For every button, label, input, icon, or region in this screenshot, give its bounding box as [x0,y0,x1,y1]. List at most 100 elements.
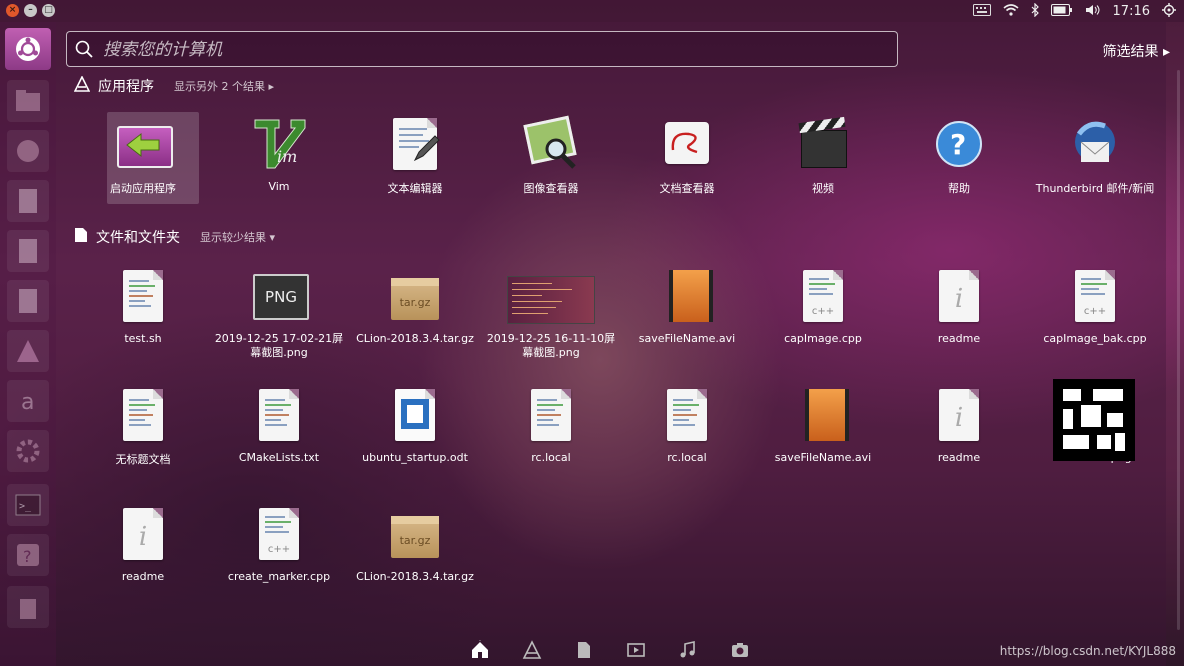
update-icon[interactable] [7,130,49,172]
terminal-icon[interactable]: >_ [7,484,49,526]
launcher: a >_ ? [0,22,56,666]
file-tile[interactable]: i readme [75,490,211,602]
app-tile[interactable]: 图像查看器 [483,100,619,212]
apps-lens-button[interactable] [522,640,542,660]
file-tile[interactable]: saveFileName.avi [755,371,891,483]
file-tile[interactable]: maker14.png [1027,371,1163,483]
software-center-icon[interactable] [7,330,49,372]
search-icon [75,40,93,62]
svg-text:?: ? [950,128,966,161]
apps-lens-icon [73,75,91,96]
file-tile[interactable]: test.sh [75,252,211,364]
system-tray: 17:16 [972,0,1176,22]
files-section-title: 文件和文件夹 [96,230,180,246]
app-tile[interactable]: 视频 [755,100,891,212]
files-icon[interactable] [7,80,49,122]
settings-icon[interactable] [7,430,49,472]
app-tile[interactable]: ? 帮助 [891,100,1027,212]
file-tile-label: ubuntu_startup.odt [362,451,468,464]
top-panel: × – □ 17:16 [0,0,1184,22]
file-tile[interactable]: tar.gz CLion-2018.3.4.tar.gz [347,252,483,364]
video-lens-icon[interactable] [626,640,646,660]
file-tile[interactable]: i readme [891,252,1027,364]
file-tile[interactable]: ubuntu_startup.odt [347,371,483,483]
app-tile[interactable]: Thunderbird 邮件/新闻 [1027,100,1163,212]
volume-icon[interactable] [1085,4,1101,19]
file-tile[interactable]: c++ capImage.cpp [755,252,891,364]
file-tile[interactable]: c++ create_marker.cpp [211,490,347,602]
app-tile[interactable]: im Vim [211,100,347,212]
file-tile-label: rc.local [667,451,707,464]
app-tile-label: Vim [268,180,290,193]
file-tile[interactable]: c++ capImage_bak.cpp [1027,252,1163,364]
svg-text:?: ? [23,547,32,566]
calc-icon[interactable] [7,230,49,272]
music-lens-icon[interactable] [678,640,698,660]
power-icon[interactable] [1162,2,1176,20]
file-tile[interactable]: 2019-12-25 16-11-10屏幕截图.png [483,252,619,364]
app-tile[interactable]: 启动应用程序 [75,100,211,212]
app-tile-label: 文本编辑器 [387,182,443,195]
file-tile[interactable]: i readme [891,371,1027,483]
file-tile-label: readme [937,451,981,464]
file-tile[interactable]: 无标题文档 [75,371,211,483]
watermark: https://blog.csdn.net/KYJL888 [999,644,1176,658]
file-tile-label: 无标题文档 [115,453,171,466]
filter-results-button[interactable]: 筛选结果 ▸ [1103,41,1170,61]
app-tile-label: Thunderbird 邮件/新闻 [1035,182,1155,195]
battery-icon[interactable] [1050,3,1073,19]
trash-icon[interactable] [7,586,49,628]
file-tile-label: CMakeLists.txt [238,451,320,464]
search-box[interactable] [66,31,898,67]
dash-home-icon[interactable] [5,28,51,70]
file-tile-label: saveFileName.avi [638,332,736,345]
file-tile-label: readme [121,570,165,583]
file-tile-label: capImage_bak.cpp [1043,332,1147,345]
file-tile-label: rc.local [531,451,571,464]
svg-text:>_: >_ [19,501,32,512]
file-tile[interactable]: saveFileName.avi [619,252,755,364]
file-tile-label: test.sh [124,332,162,345]
file-tile-label: capImage.cpp [784,332,862,345]
amazon-icon[interactable]: a [7,380,49,422]
clock[interactable]: 17:16 [1113,4,1150,19]
wifi-icon[interactable] [1003,3,1019,19]
file-tile[interactable]: PNG 2019-12-25 17-02-21屏幕截图.png [211,252,347,364]
file-tile[interactable]: tar.gz CLion-2018.3.4.tar.gz [347,490,483,602]
minimize-window-button[interactable]: – [24,4,37,17]
maximize-window-button[interactable]: □ [42,4,55,17]
scrollbar[interactable] [1177,70,1180,630]
app-tile[interactable]: 文档查看器 [619,100,755,212]
apps-section-header: 应用程序 显示另外 2 个结果 ▸ [73,75,274,96]
svg-text:im: im [277,147,297,166]
keyboard-icon[interactable] [972,3,991,19]
file-tile-label: saveFileName.avi [774,451,872,464]
file-tile[interactable]: CMakeLists.txt [211,371,347,483]
bluetooth-icon[interactable] [1031,2,1039,20]
photo-lens-icon[interactable] [730,640,750,660]
file-tile-label: 2019-12-25 17-02-21屏幕截图.png [214,332,344,359]
files-fewer-results-link[interactable]: 显示较少结果 ▾ [200,229,275,245]
app-tile[interactable]: 文本编辑器 [347,100,483,212]
files-section-header: 文件和文件夹 显示较少结果 ▾ [74,227,275,247]
file-tile-label: readme [937,332,981,345]
file-tile-label: 2019-12-25 16-11-10屏幕截图.png [486,332,616,359]
impress-icon[interactable] [7,280,49,322]
file-tile[interactable]: rc.local [483,371,619,483]
app-tile-label: 视频 [812,182,834,195]
files-lens-icon [74,227,88,247]
file-tile-label: CLion-2018.3.4.tar.gz [356,570,474,583]
app-tile-label: 图像查看器 [523,182,579,195]
help-icon[interactable]: ? [7,534,49,576]
apps-more-results-link[interactable]: 显示另外 2 个结果 ▸ [174,78,274,94]
files-lens-button[interactable] [574,640,594,660]
writer-icon[interactable] [7,180,49,222]
file-tile-label: create_marker.cpp [227,570,331,583]
close-window-button[interactable]: × [6,4,19,17]
svg-text:a: a [21,390,34,415]
apps-section-title: 应用程序 [98,79,154,95]
home-lens-icon[interactable] [470,637,490,660]
search-input[interactable] [101,36,885,64]
file-tile-label: CLion-2018.3.4.tar.gz [356,332,474,345]
file-tile[interactable]: rc.local [619,371,755,483]
